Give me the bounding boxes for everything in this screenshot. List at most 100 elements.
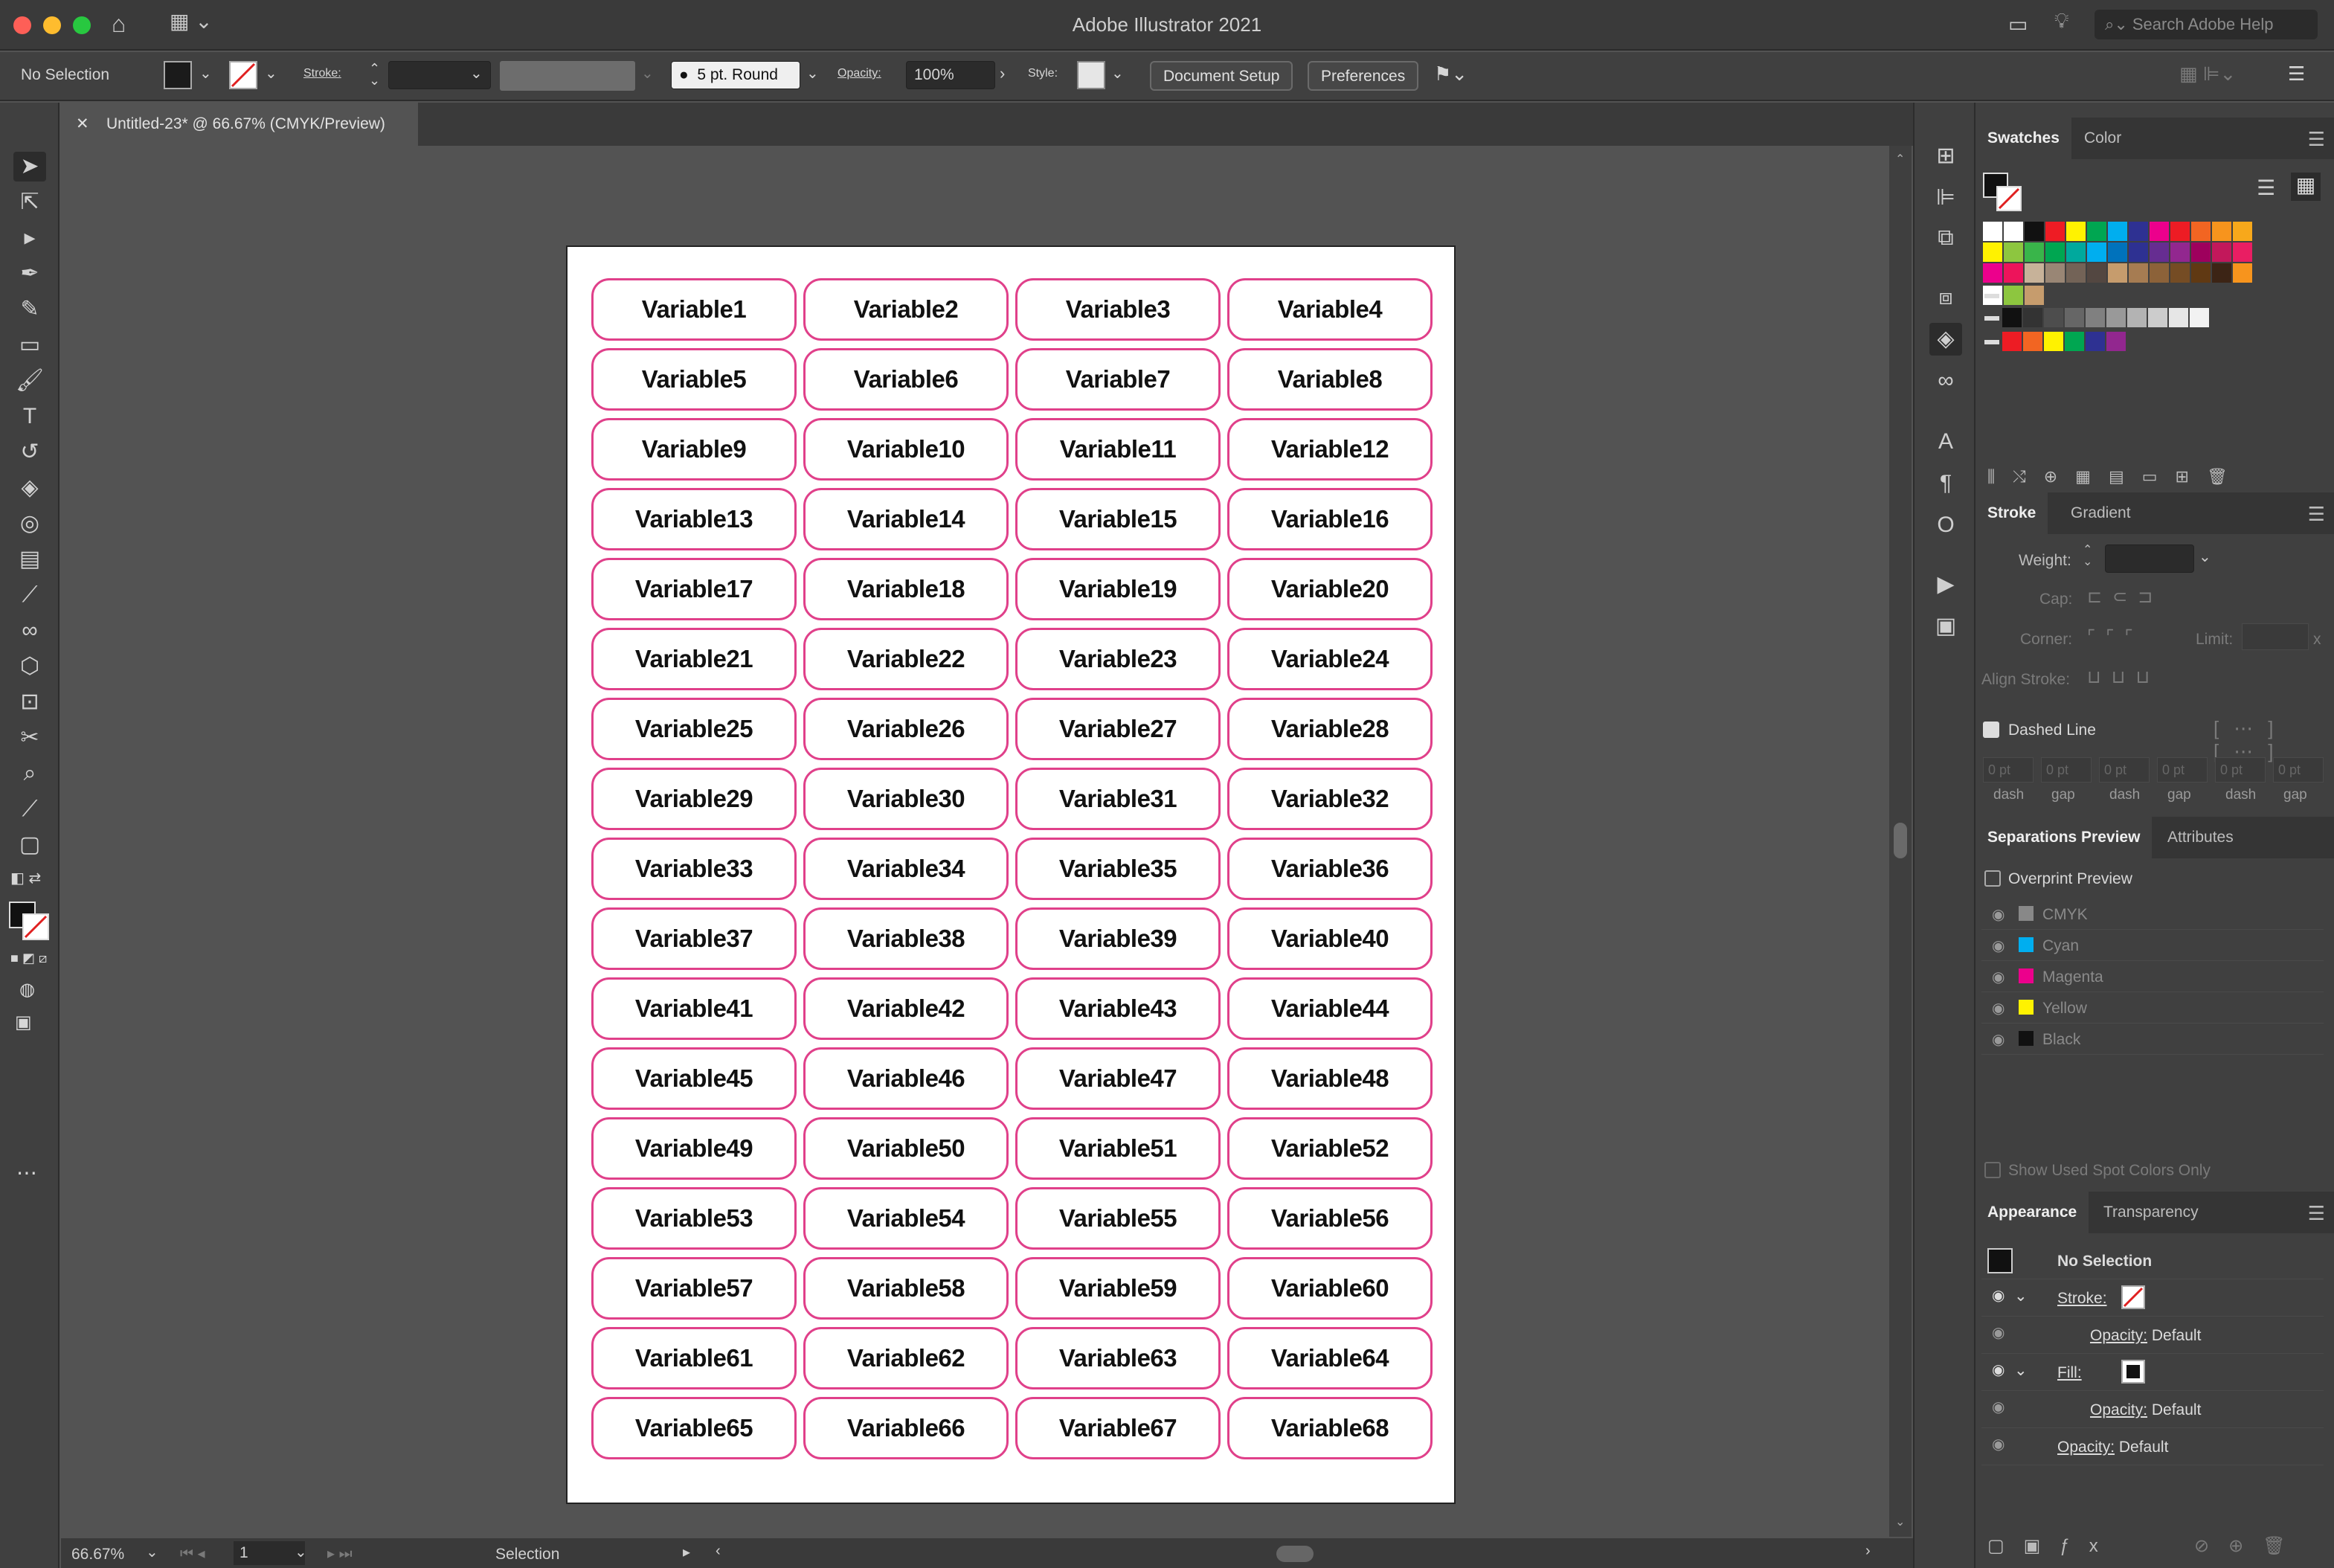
swatch-group-folder-icon[interactable]: ▬ xyxy=(1984,286,1999,303)
variable-label[interactable]: Variable43 xyxy=(1015,977,1221,1040)
color-swatch[interactable] xyxy=(2025,263,2044,283)
variable-label[interactable]: Variable18 xyxy=(803,558,1009,620)
object-opacity-label[interactable]: Opacity: xyxy=(2057,1439,2115,1456)
vertical-scrollbar[interactable]: ⌃ ⌄ xyxy=(1889,146,1912,1537)
variable-label[interactable]: Variable24 xyxy=(1227,628,1433,690)
tab-transparency[interactable]: Transparency xyxy=(2092,1192,2211,1233)
color-swatch[interactable] xyxy=(2066,263,2086,283)
dash-gap-field[interactable]: 0 pt xyxy=(2099,757,2150,783)
color-swatch[interactable] xyxy=(2045,242,2065,262)
graphic-style-swatch[interactable] xyxy=(1077,61,1105,89)
color-swatch[interactable] xyxy=(2233,242,2252,262)
chevron-down-icon[interactable]: ⌄ xyxy=(1111,64,1124,83)
tab-swatches[interactable]: Swatches xyxy=(1975,118,2071,159)
separation-plate-row[interactable]: ◉ Yellow xyxy=(1981,992,2324,1024)
color-swatch[interactable] xyxy=(2025,286,2044,305)
variable-label[interactable]: Variable4 xyxy=(1227,278,1433,341)
variable-label[interactable]: Variable11 xyxy=(1015,418,1221,481)
color-mode-icons[interactable]: ■ ◩ ⧄ xyxy=(10,951,47,966)
variable-label[interactable]: Variable64 xyxy=(1227,1327,1433,1389)
vertical-scroll-thumb[interactable] xyxy=(1894,823,1907,858)
dashed-line-checkbox[interactable] xyxy=(1983,722,1999,738)
color-swatch[interactable] xyxy=(2170,242,2190,262)
color-swatch[interactable] xyxy=(2233,263,2252,283)
swatch-group-folder-icon[interactable]: ▬ xyxy=(1984,332,1999,349)
visibility-eye-icon[interactable]: ◉ xyxy=(1992,968,2005,986)
variable-label[interactable]: Variable32 xyxy=(1227,768,1433,830)
variable-label[interactable]: Variable68 xyxy=(1227,1397,1433,1459)
tab-attributes[interactable]: Attributes xyxy=(2155,817,2245,858)
tab-appearance[interactable]: Appearance xyxy=(1975,1192,2089,1233)
variable-label[interactable]: Variable8 xyxy=(1227,348,1433,411)
search-help-input[interactable]: ⌕⌄ Search Adobe Help xyxy=(2095,10,2318,39)
variable-label[interactable]: Variable55 xyxy=(1015,1187,1221,1250)
appearance-object-opacity-row[interactable]: ◉ Opacity: Default xyxy=(1981,1428,2324,1465)
color-swatch[interactable] xyxy=(2212,222,2231,241)
zoom-level[interactable]: 66.67% xyxy=(71,1546,124,1564)
corner-buttons[interactable]: ⌜⌜⌜ xyxy=(2087,626,2144,648)
variable-label[interactable]: Variable13 xyxy=(591,488,797,550)
visibility-eye-icon[interactable]: ◉ xyxy=(1992,1323,2005,1342)
show-spot-colors-checkbox[interactable] xyxy=(1984,1162,2001,1178)
artboards-panel-icon[interactable]: ⊞ xyxy=(1929,140,1962,173)
eyedropper-tool-icon[interactable]: ⟋ xyxy=(13,580,46,610)
slice-tool-icon[interactable]: ✂ xyxy=(13,723,46,753)
variable-label[interactable]: Variable26 xyxy=(803,698,1009,760)
pathfinder-panel-icon[interactable]: ⧈ xyxy=(1929,281,1962,314)
variable-label[interactable]: Variable1 xyxy=(591,278,797,341)
variable-label[interactable]: Variable56 xyxy=(1227,1187,1433,1250)
variable-label[interactable]: Variable29 xyxy=(591,768,797,830)
color-swatch[interactable] xyxy=(2129,222,2148,241)
character-panel-icon[interactable]: A xyxy=(1929,425,1962,458)
color-swatch[interactable] xyxy=(2086,308,2105,327)
separation-plate-row[interactable]: ◉ Cyan xyxy=(1981,930,2324,961)
direct-selection-tool-icon[interactable]: ⇱ xyxy=(13,187,46,217)
variable-label[interactable]: Variable16 xyxy=(1227,488,1433,550)
variable-label[interactable]: Variable66 xyxy=(803,1397,1009,1459)
color-swatch[interactable] xyxy=(2108,222,2127,241)
chevron-down-icon[interactable]: ⌄ xyxy=(146,1543,158,1561)
horizontal-scroll-thumb[interactable] xyxy=(1276,1546,1314,1562)
variable-label[interactable]: Variable30 xyxy=(803,768,1009,830)
visibility-eye-icon[interactable]: ◉ xyxy=(1992,1435,2005,1453)
weight-field[interactable] xyxy=(2105,544,2194,573)
scroll-left-icon[interactable]: ‹ xyxy=(716,1543,721,1560)
variable-label[interactable]: Variable28 xyxy=(1227,698,1433,760)
color-swatch[interactable] xyxy=(2106,308,2126,327)
paragraph-panel-icon[interactable]: ¶ xyxy=(1929,467,1962,500)
appearance-stroke-swatch[interactable] xyxy=(2121,1285,2145,1309)
drawing-mode-icon[interactable]: ▢ xyxy=(13,830,46,860)
variable-label[interactable]: Variable5 xyxy=(591,348,797,411)
arrange-documents-icon[interactable]: ▭ xyxy=(2008,12,2028,36)
variable-label[interactable]: Variable25 xyxy=(591,698,797,760)
color-swatch[interactable] xyxy=(2212,263,2231,283)
variable-label[interactable]: Variable53 xyxy=(591,1187,797,1250)
color-swatch[interactable] xyxy=(2087,222,2106,241)
overprint-preview-checkbox[interactable] xyxy=(1984,870,2001,887)
variable-label[interactable]: Variable17 xyxy=(591,558,797,620)
stroke-opacity-label[interactable]: Opacity: xyxy=(2090,1327,2147,1344)
artboard-nav-next-last-icon[interactable]: ▸ ⏭ xyxy=(327,1544,353,1563)
visibility-eye-icon[interactable]: ◉ xyxy=(1992,1360,2005,1379)
variable-label[interactable]: Variable6 xyxy=(803,348,1009,411)
tab-gradient[interactable]: Gradient xyxy=(2059,492,2143,534)
visibility-eye-icon[interactable]: ◉ xyxy=(1992,1398,2005,1416)
cap-buttons[interactable]: ⊏⊂⊐ xyxy=(2087,586,2163,608)
panel-menu-icon[interactable]: ☰ xyxy=(2288,62,2305,86)
chevron-down-icon[interactable]: ⌄ xyxy=(199,64,212,83)
status-menu-icon[interactable]: ▸ xyxy=(683,1543,690,1561)
color-swatch[interactable] xyxy=(2150,222,2169,241)
tab-color[interactable]: Color xyxy=(2072,118,2133,159)
color-swatch[interactable] xyxy=(2004,286,2023,305)
variable-label[interactable]: Variable27 xyxy=(1015,698,1221,760)
color-swatch[interactable] xyxy=(1983,242,2002,262)
color-picker-tool-icon[interactable]: ⟋ xyxy=(13,794,46,824)
actions-panel-icon[interactable]: ▶ xyxy=(1929,568,1962,601)
variable-label[interactable]: Variable60 xyxy=(1227,1257,1433,1320)
panel-menu-icon[interactable]: ☰ xyxy=(2308,1202,2325,1225)
variable-label[interactable]: Variable49 xyxy=(591,1117,797,1180)
document-setup-button[interactable]: Document Setup xyxy=(1150,61,1293,91)
brush-definition-field[interactable]: ● 5 pt. Round xyxy=(671,61,800,89)
variable-label[interactable]: Variable21 xyxy=(591,628,797,690)
stroke-label[interactable]: Stroke: xyxy=(303,67,341,80)
